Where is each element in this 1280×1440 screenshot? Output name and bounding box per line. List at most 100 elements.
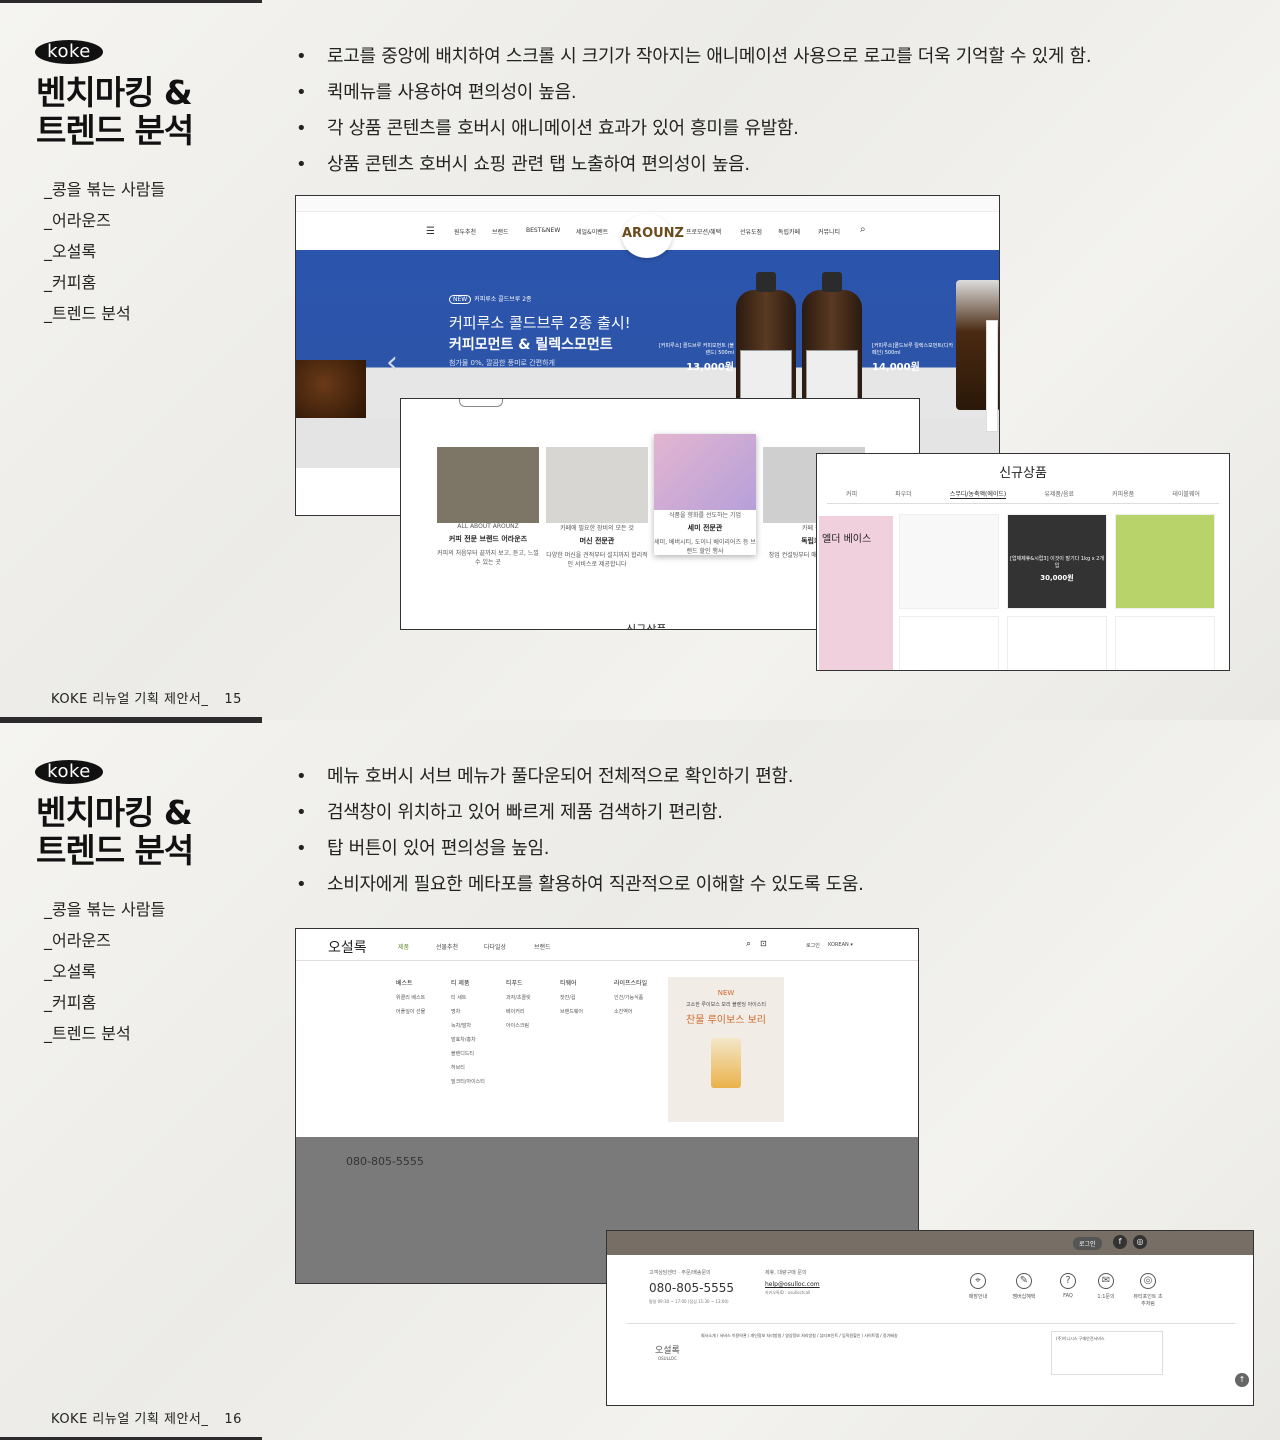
product-card-hover[interactable]: [업체제휴&시럽3] 이것이 말기다 1kg x 2개입 30,000원	[1007, 514, 1107, 609]
product-card[interactable]	[899, 514, 999, 609]
arounz-logo[interactable]: AROUNZ	[622, 214, 684, 258]
osulloc-header: 오설록 제품 선물추천 다다일상 브랜드 ⌕ ⊡ 로그인 KOREAN ▾	[296, 929, 918, 961]
scroll-top-icon[interactable]: ↑	[1235, 1373, 1249, 1387]
tab[interactable]: 테이블웨어	[1172, 489, 1200, 499]
bullet: 상품 콘텐츠 호버시 쇼핑 관련 탭 노출하여 편의성이 높음.	[296, 152, 1091, 188]
menu-item: 선유도점	[740, 229, 763, 236]
footer-top-bar: 로그인 f ◎	[607, 1231, 1253, 1255]
prev-arrow-icon: ‹	[386, 345, 398, 380]
bullet-list: 메뉴 호버시 서브 메뉴가 풀다운되어 전체적으로 확인하기 편함. 검색창이 …	[296, 764, 864, 908]
banner-tag: NEW 커피루소 콜드브루 2종	[449, 294, 532, 304]
product-card[interactable]	[1115, 616, 1215, 670]
title-line-1: 벤치마킹 &	[36, 73, 193, 112]
submenu-col: 티웨어 찻잔/컵 브랜드웨어	[560, 980, 584, 1015]
faq-icon[interactable]: ? FAQ	[1053, 1273, 1083, 1299]
osulloc-logo[interactable]: 오설록	[328, 937, 367, 957]
divider	[627, 1323, 1235, 1324]
price-label: [커피루소] 콜드브루 커피모먼트 (블렌드) 500ml	[658, 343, 734, 356]
nav-item: _트렌드 분석	[44, 304, 131, 323]
promo-banner[interactable]: NEW 고소한 루이보스 보리 블렌딩 아이스티 찬물 루이보스 보리	[668, 977, 784, 1122]
bullet: 퀵메뉴를 사용하여 편의성이 높음.	[296, 80, 1091, 116]
footer-links[interactable]: 회사소개 / 서비스 이용약관 / 개인정보 처리방침 / 영상정보 처리방침 …	[701, 1333, 1021, 1339]
category-card[interactable]: ALL ABOUT AROUNZ 커피 전문 브랜드 어라운즈 커피의 처음부터 끝…	[437, 447, 539, 566]
store-icon[interactable]: ⌖ 매장안내	[963, 1273, 993, 1300]
main-banner: ‹ NEW 커피루소 콜드브루 2종 커피루소 콜드브루 2종 출시! 커피모먼트…	[296, 250, 999, 430]
section-title: 벤치마킹 & 트렌드 분석	[36, 73, 194, 150]
hours: 평일 09:30 ~ 17:00 (점심 11:30 ~ 13:00)	[649, 1299, 729, 1304]
bullet: 각 상품 콘텐츠를 호버시 애니메이션 효과가 있어 흥미를 유발함.	[296, 116, 1091, 152]
menu-item: 프로모션/혜택	[686, 229, 722, 236]
kakao-id: 카카오톡ID : osulloctcall	[765, 1290, 811, 1295]
menu-item: 커뮤니티	[818, 229, 841, 236]
submenu-col: 베스트 위클리 베스트 어플잎이 선물	[396, 980, 426, 1015]
instagram-icon[interactable]: ◎	[1133, 1235, 1147, 1249]
product-card[interactable]	[1007, 616, 1107, 670]
nav-item: _어라운즈	[44, 931, 111, 950]
tab[interactable]: 파우더	[895, 489, 912, 499]
cs-label: 고객상담센터 · 주문/배송문의	[649, 1270, 711, 1276]
price: 13,000원	[686, 362, 734, 373]
menu-item: 독립카페	[778, 229, 801, 236]
nav-item: _커피홈	[44, 273, 97, 292]
submenu-col: 티푸드 과자/초콜릿 베이커리 아이스크림	[506, 980, 531, 1029]
category-card-hover[interactable]: 식품을 향화를 선도하는 기업 세미 전문관 세미, 베버시티, 도이니 베이리어즈…	[654, 434, 756, 555]
tab[interactable]: 커피용품	[1112, 489, 1134, 499]
product-card[interactable]	[1115, 514, 1215, 609]
koke-logo: koke	[35, 40, 103, 64]
tea-glass	[711, 1038, 741, 1088]
bullet: 메뉴 호버시 서브 메뉴가 풀다운되어 전체적으로 확인하기 편함.	[296, 764, 864, 800]
language-select[interactable]: KOREAN ▾	[828, 942, 853, 948]
escrow-box: (주)이니시스 구매안전서비스	[1051, 1331, 1163, 1375]
cart-icon[interactable]: ⊡	[760, 939, 767, 948]
category-card[interactable]: 카페에 필요한 장비의 모든 것 머신 전문관 다양한 머신을 견적부터 설치까지 …	[546, 447, 648, 568]
top-rule	[0, 720, 262, 723]
page-footer: KOKE 리뉴얼 기획 제안서_ 16	[51, 1412, 242, 1427]
banner-desc: 첨가물 0%, 깔끔한 풍미로 간편하게	[449, 359, 555, 367]
product-card[interactable]	[899, 616, 999, 670]
facebook-icon[interactable]: f	[1113, 1235, 1127, 1249]
gnav-item[interactable]: 제품	[398, 942, 409, 951]
login-button[interactable]: 로그인	[1073, 1237, 1102, 1250]
quick-menu[interactable]	[986, 320, 998, 432]
gnav-item[interactable]: 브랜드	[534, 942, 551, 951]
submenu-col: 라이프스타일 인건/가능식품 소진역어	[614, 980, 648, 1015]
nav-item: _콩을 볶는 사람들	[44, 180, 166, 199]
menu-item: BEST&NEW	[526, 227, 561, 234]
email-link[interactable]: help@osulloc.com	[765, 1281, 820, 1288]
email-label: 제휴, 대량구매 문의	[765, 1270, 807, 1276]
phone: 080-805-5555	[649, 1281, 735, 1295]
search-icon: ⌕	[860, 224, 866, 235]
nav-item: _어라운즈	[44, 211, 111, 230]
osulloc-footer-screenshot: 로그인 f ◎ 고객상담센터 · 주문/배송문의 080-805-5555 평일…	[606, 1230, 1254, 1406]
footer-logo: 오설록 OSULLOC	[655, 1346, 680, 1361]
login-link[interactable]: 로그인	[806, 942, 820, 949]
nav-item: _콩을 볶는 사람들	[44, 900, 166, 919]
bullet: 소비자에게 필요한 메타포를 활용하여 직관적으로 이해할 수 있도록 도움.	[296, 872, 864, 908]
menu-item: 원두추천	[454, 229, 477, 236]
coffee-beans	[296, 360, 366, 420]
gnav-item[interactable]: 선물추천	[436, 942, 458, 951]
section-nav: _콩을 볶는 사람들 _어라운즈 _오설록 _커피홈 _트렌드 분석	[44, 898, 165, 1053]
inquiry-icon[interactable]: ✉ 1:1문의	[1091, 1273, 1121, 1300]
submenu-col: 티 제품 티 세트 명차 녹차/말차 발효차/홍차 블렌디드티 허브티 밀크티/아이스티	[451, 980, 485, 1085]
tab[interactable]: 유제품/음료	[1044, 489, 1074, 499]
elder-base-banner[interactable]: 엘더 베이스	[819, 516, 893, 670]
beauty-point-icon[interactable]: ◎ 뷰티포인트 초추처림	[1133, 1273, 1163, 1307]
section-nav: _콩을 볶는 사람들 _어라운즈 _오설록 _커피홈 _트렌드 분석	[44, 178, 165, 333]
gnav-item[interactable]: 다다일상	[484, 942, 506, 951]
tab[interactable]: 커피	[846, 489, 857, 499]
slide-15: koke 벤치마킹 & 트렌드 분석 _콩을 볶는 사람들 _어라운즈 _오설록…	[0, 0, 1280, 720]
section-label: 신규상품	[626, 623, 667, 630]
product-tabs: 커피 파우더 스무디/농축액(에이드) 유제품/음료 커피용품 테이블웨어	[827, 489, 1219, 504]
bullet: 검색창이 위치하고 있어 빠르게 제품 검색하기 편리함.	[296, 800, 864, 836]
membership-icon[interactable]: ✎ 멤버십혜택	[1009, 1273, 1039, 1300]
page-number: 15	[224, 692, 242, 707]
price: 14,000원	[872, 362, 920, 373]
search-icon[interactable]: ⌕	[746, 939, 751, 949]
page-footer: KOKE 리뉴얼 기획 제안서_ 15	[51, 692, 242, 707]
bullet: 로고를 중앙에 배치하여 스크롤 시 크기가 작아지는 애니메이션 사용으로 로…	[296, 44, 1092, 80]
tab-active[interactable]: 스무디/농축액(에이드)	[949, 489, 1007, 499]
page-number: 16	[224, 1412, 242, 1427]
bullet-list: 로고를 중앙에 배치하여 스크롤 시 크기가 작아지는 애니메이션 사용으로 로…	[296, 44, 1092, 188]
arounz-newproducts-screenshot: 신규상품 커피 파우더 스무디/농축액(에이드) 유제품/음료 커피용품 테이블…	[816, 453, 1230, 671]
